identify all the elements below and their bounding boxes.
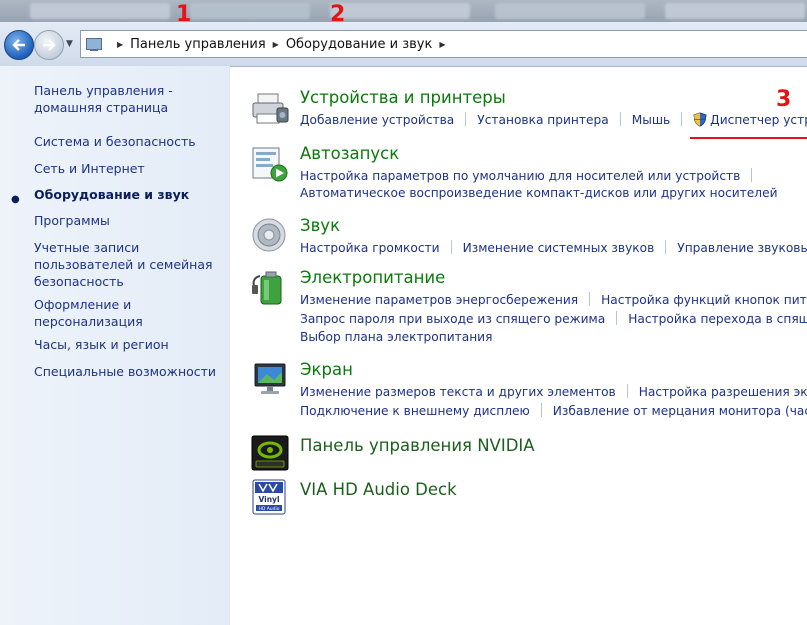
sidebar-item-programs[interactable]: Программы: [34, 212, 224, 229]
annotation-underline: [690, 137, 807, 139]
breadcrumb[interactable]: ▶ Панель управления ▶ Оборудование и зву…: [80, 30, 807, 58]
link-choose-power-plan[interactable]: Выбор плана электропитания: [300, 330, 492, 344]
link-power-buttons[interactable]: Настройка функций кнопок пита: [601, 293, 807, 307]
sidebar-item-hardware-sound[interactable]: Оборудование и звук: [34, 186, 224, 203]
sidebar-item-appearance[interactable]: Оформление и персонализация: [34, 296, 224, 330]
annotation-2: 2: [330, 2, 346, 27]
category-sound: Звук Настройка громкости Изменение систем…: [250, 216, 807, 262]
category-links: Добавление устройства Установка принтера М…: [300, 112, 807, 130]
shield-icon: [693, 112, 707, 130]
forward-arrow-icon: [43, 39, 56, 51]
link-separator: [681, 112, 683, 126]
sidebar-item-accessibility[interactable]: Специальные возможности: [34, 363, 224, 380]
category-title[interactable]: Звук: [300, 216, 340, 235]
back-button[interactable]: [4, 30, 34, 60]
link-power-settings[interactable]: Изменение параметров энергосбережения: [300, 293, 578, 307]
link-sleep-settings[interactable]: Настройка перехода в спящ: [628, 312, 807, 326]
category-links-row: Выбор плана электропитания: [300, 330, 492, 344]
link-resolution[interactable]: Настройка разрешения экра: [639, 385, 807, 399]
category-title[interactable]: Электропитание: [300, 268, 445, 287]
link-separator: [665, 240, 667, 254]
link-external-display[interactable]: Подключение к внешнему дисплею: [300, 404, 530, 418]
category-title[interactable]: VIA HD Audio Deck: [300, 480, 457, 499]
link-separator: [619, 112, 621, 126]
autoplay-icon: [252, 147, 288, 182]
category-links-row: Автоматическое воспроизведение компакт-д…: [300, 186, 778, 200]
link-separator: [616, 311, 618, 325]
sidebar-item-user-accounts[interactable]: Учетные записи пользователей и семейная …: [34, 239, 224, 290]
category-via-audio: Vinyl HD Audio VIA HD Audio Deck: [250, 478, 807, 518]
category-autoplay: Автозапуск Настройка параметров по умолч…: [250, 144, 807, 204]
via-logo-text: Vinyl: [258, 495, 279, 504]
annotation-3: 3: [776, 87, 792, 112]
link-manage-audio-devices[interactable]: Управление звуковы: [677, 241, 807, 255]
link-install-printer[interactable]: Установка принтера: [477, 113, 608, 127]
via-audio-icon: Vinyl HD Audio: [252, 479, 286, 515]
speaker-icon: [252, 218, 286, 252]
address-bar: ▼ ▶ Панель управления ▶ Оборудование и з…: [0, 22, 807, 67]
via-logo-text: HD Audio: [258, 506, 279, 512]
printer-icon: [252, 93, 289, 124]
category-links-row: Изменение параметров энергосбережения Нас…: [300, 292, 807, 307]
link-flicker[interactable]: Избавление от мерцания монитора (час: [553, 404, 807, 418]
battery-icon: [252, 271, 282, 305]
sidebar-item-home[interactable]: Панель управления - домашняя страница: [34, 82, 224, 116]
category-display: Экран Изменение размеров текста и других…: [250, 360, 807, 422]
link-separator: [465, 112, 467, 126]
breadcrumb-control-panel[interactable]: Панель управления: [130, 37, 266, 52]
forward-button[interactable]: [34, 30, 64, 60]
control-panel-icon: [86, 36, 104, 52]
category-nvidia: Панель управления NVIDIA: [250, 434, 807, 474]
link-text-size[interactable]: Изменение размеров текста и других элеме…: [300, 385, 616, 399]
breadcrumb-arrow-icon[interactable]: ▶: [273, 40, 279, 49]
link-separator: [540, 403, 542, 417]
link-mouse[interactable]: Мышь: [632, 113, 670, 127]
sidebar-item-system-security[interactable]: Система и безопасность: [34, 133, 224, 150]
category-links: Настройка громкости Изменение системных з…: [300, 240, 807, 255]
link-separator: [751, 168, 753, 182]
link-separator: [589, 292, 591, 306]
category-links-row: Изменение размеров текста и других элеме…: [300, 384, 807, 399]
breadcrumb-arrow-icon[interactable]: ▶: [439, 40, 445, 49]
sidebar: Панель управления - домашняя страница Си…: [0, 66, 230, 625]
link-separator: [450, 240, 452, 254]
category-links-row: Подключение к внешнему дисплею Избавление…: [300, 403, 807, 418]
category-links-row: Настройка параметров по умолчанию для но…: [300, 168, 763, 183]
breadcrumb-arrow-icon[interactable]: ▶: [117, 40, 123, 49]
sidebar-item-network[interactable]: Сеть и Интернет: [34, 160, 224, 177]
browser-tab-strip: [0, 0, 807, 22]
link-autoplay-cds[interactable]: Автоматическое воспроизведение компакт-д…: [300, 186, 778, 200]
category-title[interactable]: Автозапуск: [300, 144, 399, 163]
category-devices-printers: Устройства и принтеры Добавление устройс…: [250, 88, 807, 134]
recent-pages-dropdown-icon[interactable]: ▼: [66, 39, 73, 49]
category-title[interactable]: Панель управления NVIDIA: [300, 436, 535, 455]
link-volume[interactable]: Настройка громкости: [300, 241, 440, 255]
category-title[interactable]: Устройства и принтеры: [300, 88, 506, 107]
active-bullet-icon: ●: [11, 194, 20, 205]
back-arrow-icon: [12, 39, 25, 51]
category-links-row: Запрос пароля при выходе из спящего режи…: [300, 311, 807, 326]
category-title[interactable]: Экран: [300, 360, 353, 379]
breadcrumb-hardware-sound[interactable]: Оборудование и звук: [286, 37, 433, 52]
sidebar-item-clock-region[interactable]: Часы, язык и регион: [34, 336, 224, 353]
link-separator: [626, 384, 628, 398]
monitor-icon: [254, 363, 286, 394]
annotation-1: 1: [176, 2, 192, 27]
link-add-device[interactable]: Добавление устройства: [300, 113, 454, 127]
nvidia-icon: [251, 435, 289, 471]
category-power: Электропитание Изменение параметров энер…: [250, 268, 807, 348]
link-device-manager[interactable]: Диспетчер устр: [710, 113, 807, 127]
link-wake-password[interactable]: Запрос пароля при выходе из спящего режи…: [300, 312, 605, 326]
link-system-sounds[interactable]: Изменение системных звуков: [463, 241, 655, 255]
link-default-media-settings[interactable]: Настройка параметров по умолчанию для но…: [300, 169, 740, 183]
